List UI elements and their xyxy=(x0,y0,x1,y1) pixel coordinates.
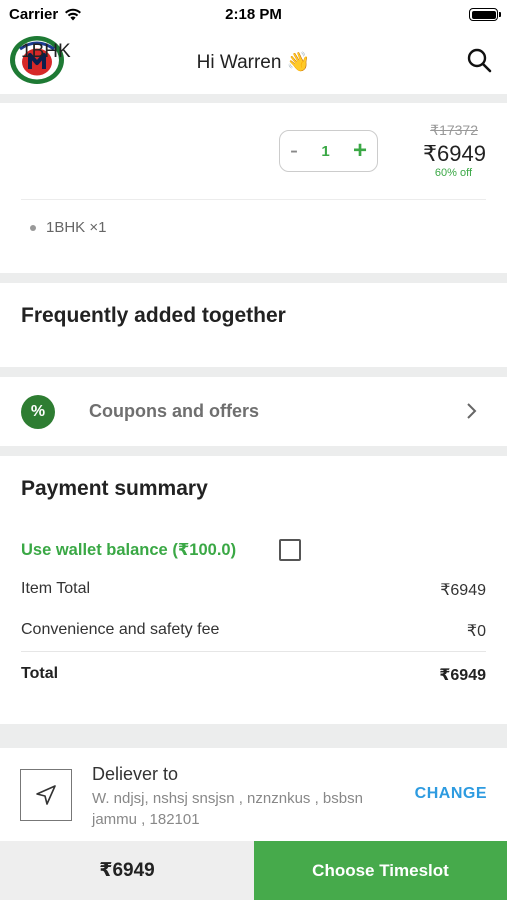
status-bar: Carrier 2:18 PM xyxy=(0,0,507,30)
coupons-row[interactable]: % Coupons and offers xyxy=(0,377,507,446)
section-divider xyxy=(0,94,507,103)
decrease-quantity-button[interactable]: - xyxy=(290,139,298,163)
total-value: ₹6949 xyxy=(439,667,486,684)
choose-timeslot-button[interactable]: Choose Timeslot xyxy=(254,841,507,900)
convenience-fee-label: Convenience and safety fee xyxy=(21,621,220,638)
total-label: Total xyxy=(21,665,59,682)
section-divider xyxy=(0,367,507,377)
cart-item-name: 1BHK xyxy=(21,41,71,62)
section-divider xyxy=(0,724,507,748)
chevron-right-icon xyxy=(467,403,477,419)
increase-quantity-button[interactable]: + xyxy=(353,139,367,163)
greeting-title: Hi Warren 👋 xyxy=(196,52,311,73)
item-total-label: Item Total xyxy=(21,580,91,597)
item-divider xyxy=(21,199,486,200)
section-divider xyxy=(0,446,507,456)
quantity-value: 1 xyxy=(321,142,330,160)
payment-summary-title: Payment summary xyxy=(21,477,208,500)
app-header: Hi Warren 👋 xyxy=(0,30,507,94)
quantity-stepper[interactable]: - 1 + xyxy=(279,130,378,172)
discount-label: 60% off xyxy=(434,167,472,179)
location-arrow-icon xyxy=(20,769,72,821)
bottom-total: ₹6949 xyxy=(0,841,254,900)
total-divider xyxy=(21,651,486,652)
clock: 2:18 PM xyxy=(225,6,282,23)
original-price: ₹17372 xyxy=(430,122,478,138)
change-address-button[interactable]: CHANGE xyxy=(415,785,487,803)
coupons-label: Coupons and offers xyxy=(89,401,259,421)
sub-item-label: 1BHK ×1 xyxy=(46,219,107,236)
item-price: ₹6949 xyxy=(423,141,486,166)
list-item: 1BHK ×1 xyxy=(30,219,106,236)
bottom-bar: ₹6949 Choose Timeslot xyxy=(0,841,507,900)
bullet-icon xyxy=(30,224,36,231)
item-total-value: ₹6949 xyxy=(440,582,486,599)
delivery-address: W. ndjsj, nshsj snsjsn , nznznkus , bsbs… xyxy=(92,790,363,828)
frequently-added-title: Frequently added together xyxy=(21,304,286,327)
delivery-address-section: Deliever to W. ndjsj, nshsj snsjsn , nzn… xyxy=(0,748,507,840)
wallet-checkbox[interactable] xyxy=(279,539,301,561)
deliver-to-title: Deliever to xyxy=(92,764,179,784)
convenience-fee-value: ₹0 xyxy=(466,623,486,640)
section-divider xyxy=(0,273,507,283)
search-icon[interactable] xyxy=(465,46,493,74)
battery-icon xyxy=(469,8,501,21)
wallet-balance-label: Use wallet balance (₹100.0) xyxy=(21,541,237,559)
percent-icon: % xyxy=(21,395,55,429)
